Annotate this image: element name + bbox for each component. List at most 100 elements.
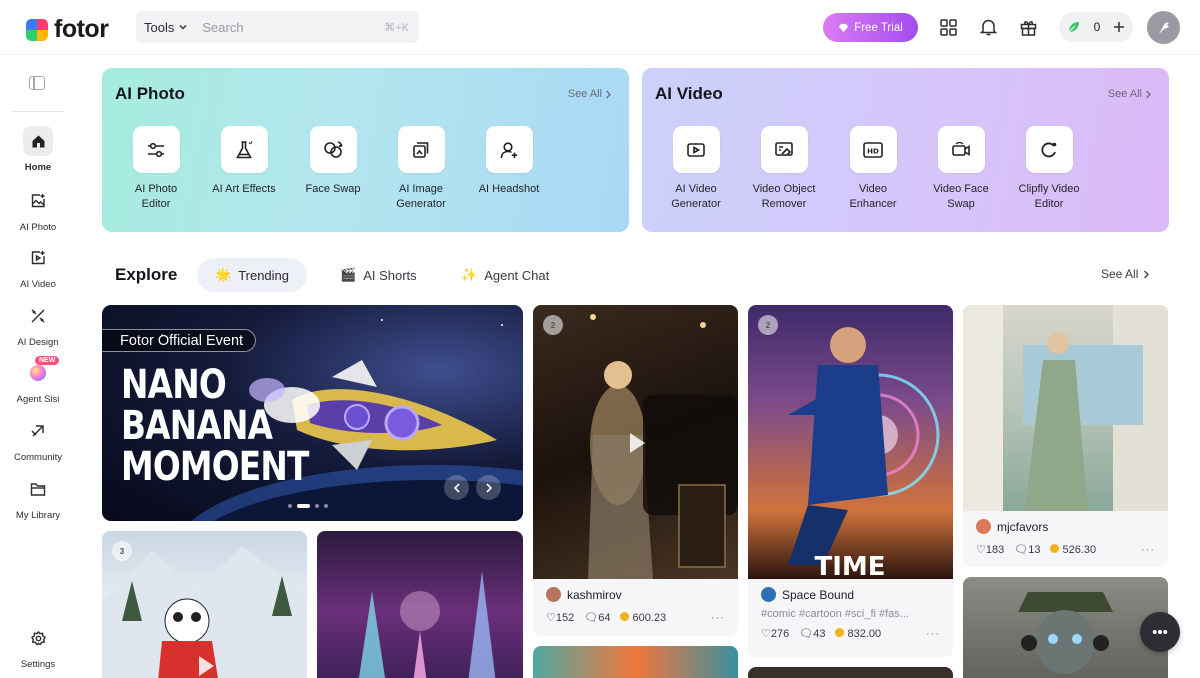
coin-icon — [835, 627, 845, 637]
author-name: kashmirov — [567, 587, 622, 602]
hero-title-line: BANANA — [121, 403, 273, 449]
like-count[interactable]: ♡152 — [546, 611, 574, 624]
tool-video-face-swap[interactable]: Video Face Swap — [916, 126, 1006, 212]
tab-label: Agent Chat — [484, 267, 550, 283]
tab-label: AI Shorts — [363, 267, 417, 283]
see-all-label: See All — [1101, 267, 1139, 281]
explore-see-all-link[interactable]: See All — [1101, 267, 1150, 281]
feed-card[interactable]: 2 kashmirov ♡152 🗨64 600.23 ··· — [533, 305, 738, 636]
fotor-logo[interactable]: fotor — [26, 15, 109, 44]
sidebar-item-community[interactable]: Community — [0, 416, 76, 463]
card-author[interactable]: Space Bound — [761, 587, 940, 602]
sidebar-item-label: Community — [13, 452, 63, 463]
tool-label-line2: Generator — [396, 198, 446, 210]
feed-card[interactable]: TIME 2 Space Bound #comic #cartoon #sci_… — [748, 305, 953, 657]
sidebar-item-ai-photo[interactable]: AI Photo — [0, 186, 76, 233]
rank-medal-icon: 2 — [543, 315, 563, 335]
fotor-logo-mark-icon — [26, 18, 48, 41]
hd-icon: HD — [849, 126, 897, 173]
comment-count[interactable]: 🗨13 — [1014, 543, 1040, 556]
leaf-icon — [1068, 22, 1079, 33]
chevron-right-icon — [1146, 90, 1151, 98]
tool-clipfly-video-editor[interactable]: Clipfly Video Editor — [1004, 126, 1094, 212]
play-icon[interactable] — [199, 656, 214, 676]
free-trial-button[interactable]: Free Trial — [823, 13, 918, 42]
community-icon — [23, 416, 53, 446]
sidebar-item-ai-video[interactable]: AI Video — [0, 243, 76, 290]
more-options-icon[interactable]: ··· — [1141, 544, 1155, 556]
hero-pagination — [288, 504, 328, 508]
feed-card[interactable] — [748, 667, 953, 678]
more-options-icon[interactable]: ··· — [926, 628, 940, 640]
hero-pagination-dot[interactable] — [315, 504, 319, 508]
sidebar-item-home[interactable]: Home — [0, 126, 76, 173]
like-count[interactable]: ♡276 — [761, 627, 789, 640]
user-avatar[interactable] — [1147, 11, 1180, 44]
feed-card[interactable] — [317, 531, 523, 678]
gift-icon[interactable] — [1017, 16, 1039, 38]
play-icon[interactable] — [630, 433, 645, 453]
hero-title: NANO BANANA MOMOENT — [121, 365, 309, 488]
card-author[interactable]: kashmirov — [546, 587, 725, 602]
tool-ai-art-effects[interactable]: AI Art Effects — [199, 126, 289, 197]
comment-icon: 🗨 — [1014, 544, 1029, 556]
feed-card[interactable] — [963, 577, 1168, 678]
tool-ai-photo-editor[interactable]: AI Photo Editor — [111, 126, 201, 212]
svg-text:HD: HD — [867, 147, 879, 155]
comment-count[interactable]: 🗨64 — [584, 611, 610, 624]
chevron-left-icon — [453, 482, 460, 493]
more-options-icon[interactable]: ··· — [711, 612, 725, 624]
plus-icon[interactable] — [1113, 21, 1125, 33]
tool-ai-image-generator[interactable]: AI Image Generator — [376, 126, 466, 212]
sparkle-emoji-icon: 🌟 — [215, 267, 232, 282]
hero-pagination-dot[interactable] — [324, 504, 328, 508]
ai-video-see-all-link[interactable]: See All — [1108, 88, 1152, 100]
tool-ai-headshot[interactable]: AI Headshot — [464, 126, 554, 197]
tools-dropdown[interactable]: Tools — [136, 20, 196, 35]
card-info: kashmirov ♡152 🗨64 600.23 ··· — [533, 579, 738, 636]
feed-card[interactable]: 3 — [102, 531, 307, 678]
like-count[interactable]: ♡183 — [976, 543, 1004, 556]
see-all-label: See All — [1107, 88, 1142, 100]
card-tags[interactable]: #comic #cartoon #sci_fi #fas... — [761, 608, 940, 620]
tool-label-line1: AI Image — [398, 183, 444, 195]
hero-banner[interactable]: Fotor Official Event NANO BANANA MOMOENT — [102, 305, 523, 521]
tab-trending[interactable]: 🌟 Trending — [197, 258, 308, 292]
feed-card[interactable]: mjcfavors ♡183 🗨13 526.30 ··· — [963, 305, 1168, 567]
clapper-icon: 🎬 — [340, 267, 357, 282]
search-input[interactable] — [196, 19, 385, 35]
tool-video-object-remover[interactable]: Video Object Remover — [739, 126, 829, 212]
comment-count[interactable]: 🗨43 — [799, 627, 825, 640]
video-swap-icon — [937, 126, 985, 173]
bell-icon[interactable] — [977, 16, 999, 38]
sidebar-item-my-library[interactable]: My Library — [0, 474, 76, 521]
hero-pagination-dot[interactable] — [297, 504, 310, 508]
ai-photo-see-all-link[interactable]: See All — [568, 88, 612, 100]
hero-prev-button[interactable] — [444, 475, 469, 500]
card-author[interactable]: mjcfavors — [976, 519, 1155, 534]
tool-ai-video-generator[interactable]: AI Video Generator — [651, 126, 741, 212]
tool-face-swap[interactable]: Face Swap — [288, 126, 378, 197]
tab-agent-chat[interactable]: ✨ Agent Chat — [443, 258, 567, 292]
apps-grid-icon[interactable] — [937, 16, 959, 38]
folder-icon — [23, 474, 53, 504]
sidebar-toggle-icon[interactable] — [29, 76, 45, 90]
ai-video-panel: AI Video See All AI Video Generator Vide… — [642, 68, 1169, 232]
hero-next-button[interactable] — [476, 475, 501, 500]
see-all-label: See All — [567, 88, 602, 100]
points-value: 526.30 — [1062, 543, 1097, 556]
tool-video-enhancer[interactable]: HD Video Enhancer — [828, 126, 918, 212]
sidebar-item-agent-sisi[interactable]: NEW Agent Sisi — [0, 356, 76, 405]
feed-card[interactable] — [533, 646, 738, 678]
card-image: TIME — [748, 305, 953, 582]
search-bar: Tools ⌘+K — [136, 11, 419, 43]
credits-balance[interactable]: 0 — [1059, 12, 1133, 42]
sidebar-item-ai-design[interactable]: AI Design — [0, 301, 76, 348]
tab-ai-shorts[interactable]: 🎬 AI Shorts — [322, 258, 435, 292]
hero-pagination-dot[interactable] — [288, 504, 292, 508]
sparkles-icon: ✨ — [461, 267, 478, 282]
tool-label-line2: Remover — [761, 198, 807, 210]
more-actions-fab[interactable]: ••• — [1140, 612, 1180, 652]
sidebar-item-settings[interactable]: Settings — [0, 623, 76, 670]
heart-icon: ♡ — [546, 612, 556, 624]
